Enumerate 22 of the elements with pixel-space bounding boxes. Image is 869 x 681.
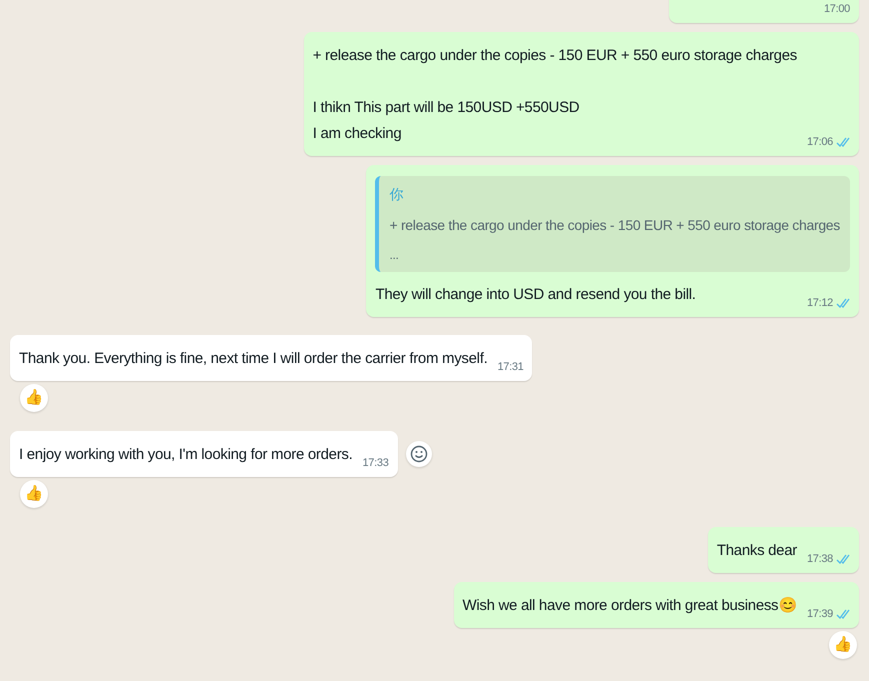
reaction-badge[interactable]: 👍	[20, 480, 48, 508]
message-text: Thanks dear	[716, 541, 797, 561]
quoted-message[interactable]: 你 + release the cargo under the copies - 150 EUR + 550 euro storage charges ...	[375, 176, 850, 272]
message-text: Thank you. Everything is fine, next time I will order the carrier from myself.	[19, 349, 488, 369]
message-text: They will change into USD and resend you the bill.	[375, 285, 696, 305]
reaction-badge[interactable]: 👍	[20, 384, 48, 412]
quote-text: + release the cargo under the copies - 150 EUR + 550 euro storage charges	[389, 216, 840, 235]
quote-author: 你	[389, 185, 404, 204]
message-time: 17:38	[806, 552, 833, 566]
message-time: 17:31	[497, 360, 524, 374]
message-time: 17:12	[806, 296, 833, 310]
emoji-react-button[interactable]	[406, 441, 432, 467]
message-text: + release the cargo under the copies - 150 EUR + 550 euro storage charges I thikn This part will be 150USD +550USD I am checking	[312, 46, 797, 144]
message-time: 17:33	[362, 456, 389, 470]
message-time: 17:39	[806, 606, 833, 622]
quote-ellipsis: ...	[389, 247, 400, 264]
message-text: Wish we all have more orders with great business😊	[462, 596, 797, 616]
message-text: I enjoy working with you, I'm looking for more orders.	[19, 445, 352, 465]
message-time: 17:06	[806, 134, 833, 150]
reaction-badge[interactable]: 👍	[829, 631, 857, 659]
message-time: 17:00	[824, 2, 850, 16]
smiley-icon	[410, 445, 428, 463]
